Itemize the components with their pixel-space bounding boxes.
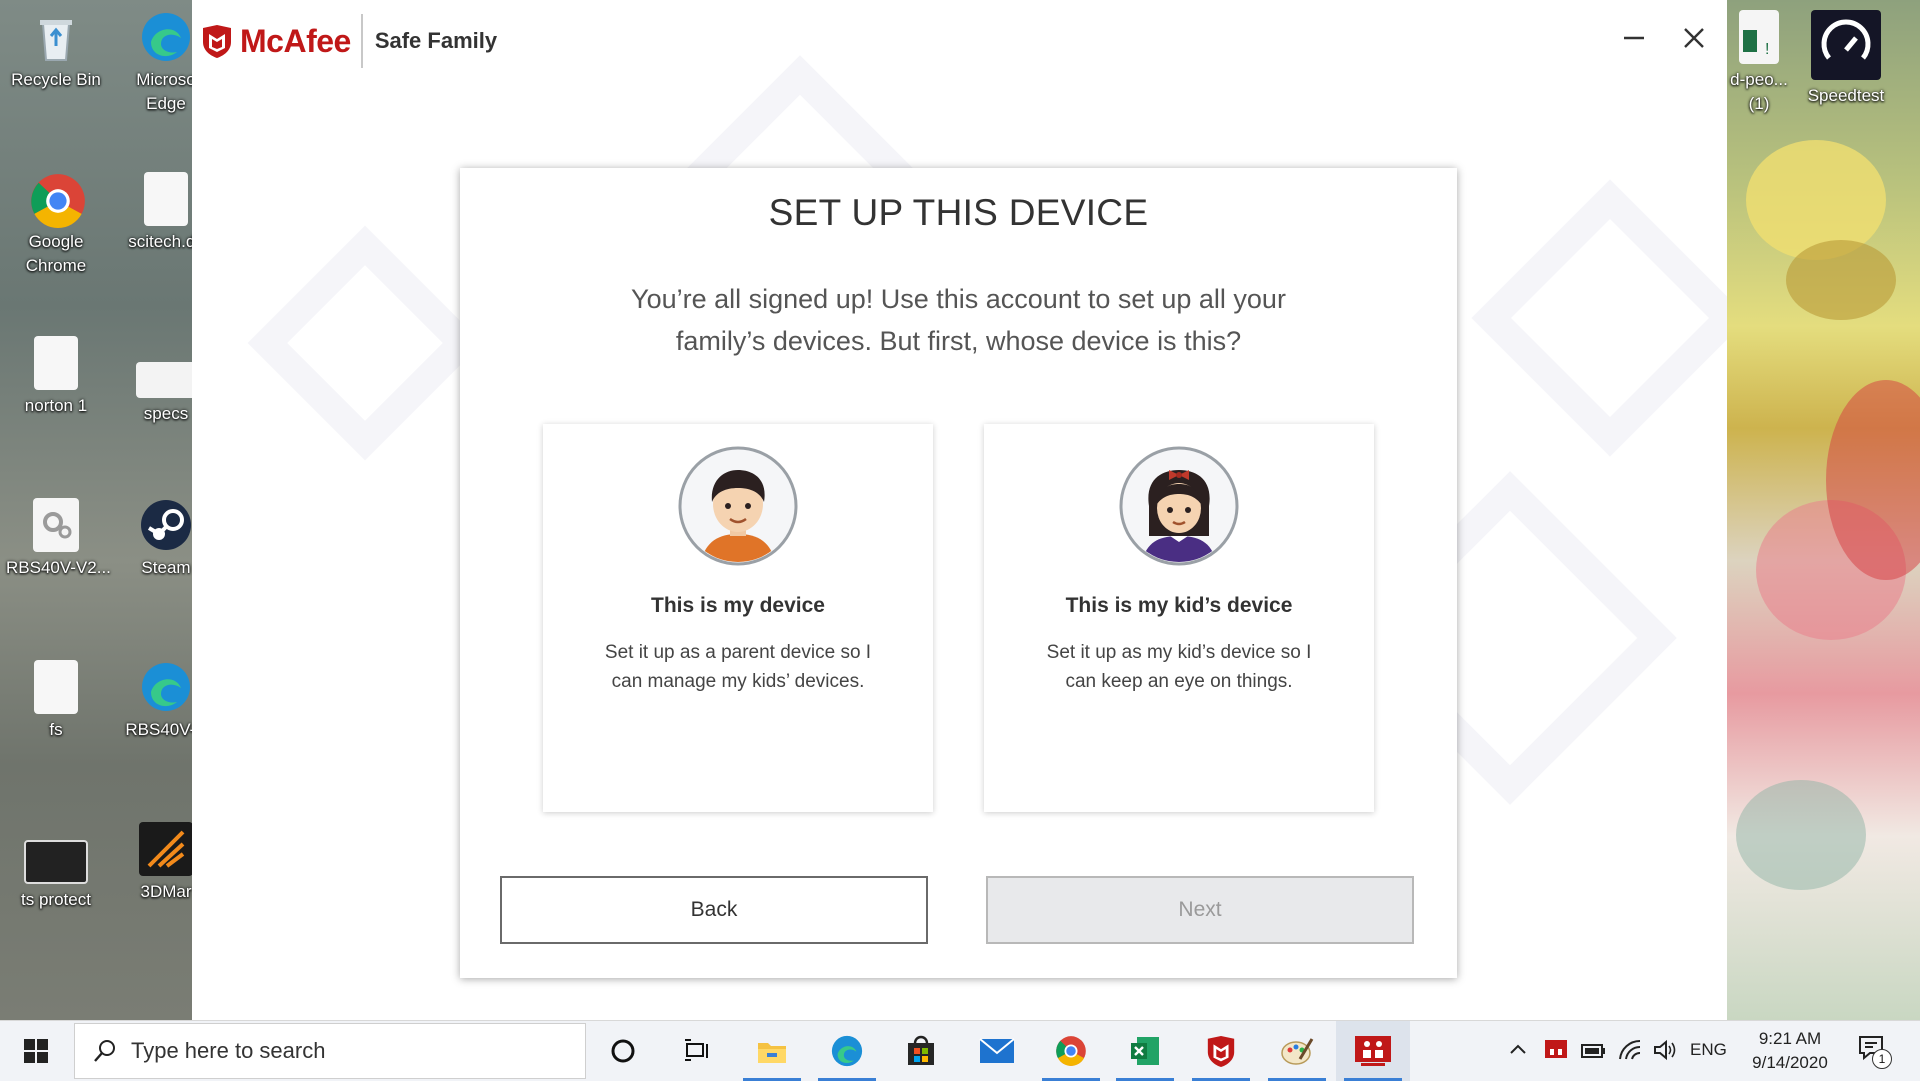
- brand-separator: [360, 14, 363, 68]
- excel-file-icon: !: [1739, 10, 1779, 64]
- option-title: This is my kid’s device: [1065, 594, 1293, 617]
- safe-family-icon: [1355, 1036, 1391, 1066]
- background-shape: [247, 225, 483, 461]
- option-my-device[interactable]: This is my device Set it up as a parent …: [543, 424, 933, 812]
- desktop-icon-label: norton 1: [24, 396, 88, 415]
- minimize-button[interactable]: [1614, 18, 1654, 58]
- taskbar-file-explorer[interactable]: [735, 1021, 809, 1081]
- windows-icon: [24, 1039, 48, 1063]
- file-icon: [136, 362, 196, 398]
- search-icon: [94, 1040, 115, 1062]
- desktop-icon-label: ts protect: [21, 890, 91, 909]
- task-view-button[interactable]: [660, 1021, 734, 1081]
- taskbar-edge[interactable]: [810, 1021, 884, 1081]
- wallpaper-right-strip: [1726, 0, 1920, 1020]
- chrome-icon: [1056, 1036, 1086, 1066]
- edge-icon: [139, 10, 193, 64]
- brand: McAfee Safe Family: [200, 14, 497, 68]
- search-placeholder: Type here to search: [131, 1038, 326, 1063]
- file-icon: [34, 660, 78, 714]
- close-icon: [1684, 28, 1704, 48]
- steam-icon: [139, 498, 193, 552]
- speedtest-icon: [1811, 10, 1881, 80]
- action-center-button[interactable]: 1: [1858, 1035, 1894, 1071]
- taskbar: Type here to search ENG 9:21 AM 9/14/202…: [0, 1020, 1920, 1081]
- desktop-icon-ts-protect[interactable]: ts protect: [6, 840, 106, 912]
- start-button[interactable]: [0, 1021, 72, 1081]
- edge-icon: [139, 660, 193, 714]
- edge-icon: [831, 1035, 863, 1067]
- desktop-icon-label-line2: (1): [1748, 94, 1770, 113]
- cortana-button[interactable]: [586, 1021, 660, 1081]
- option-kids-device[interactable]: This is my kid’s device Set it up as my …: [984, 424, 1374, 812]
- taskbar-store[interactable]: [884, 1021, 958, 1081]
- parent-avatar-icon: [678, 446, 798, 566]
- cortana-icon: [611, 1039, 635, 1063]
- desktop-icon-label: Speedtest: [1807, 86, 1885, 105]
- volume-icon[interactable]: [1652, 1039, 1676, 1061]
- battery-icon[interactable]: [1580, 1039, 1606, 1061]
- brand-name: McAfee: [240, 22, 351, 59]
- clock-time: 9:21 AM: [1758, 1029, 1822, 1048]
- desktop-icon-label: RBS40V-V2...: [6, 558, 111, 577]
- minimize-icon: [1624, 36, 1644, 40]
- window-titlebar: McAfee Safe Family: [192, 0, 1727, 74]
- safe-family-window: McAfee Safe Family SET UP THIS DEVICE Yo…: [192, 0, 1727, 1020]
- chevron-up-icon[interactable]: [1508, 1039, 1528, 1059]
- app-icon: [24, 840, 88, 884]
- wifi-icon[interactable]: [1618, 1039, 1642, 1061]
- notification-count-badge: 1: [1872, 1049, 1892, 1069]
- settings-file-icon: [33, 498, 79, 552]
- 3dmark-icon: [139, 822, 193, 876]
- kid-avatar-icon: [1119, 446, 1239, 566]
- taskbar-paint[interactable]: [1260, 1021, 1334, 1081]
- safe-family-tray-icon[interactable]: [1544, 1039, 1568, 1061]
- excel-icon: [1131, 1037, 1159, 1065]
- option-description: Set it up as a parent device so I can ma…: [604, 642, 872, 692]
- background-shape: [1471, 179, 1727, 457]
- language-indicator[interactable]: ENG: [1690, 1040, 1727, 1060]
- taskbar-mcafee[interactable]: [1184, 1021, 1258, 1081]
- file-icon: [144, 172, 188, 226]
- desktop-icon-chrome[interactable]: Google Chrome: [6, 172, 106, 278]
- desktop-icon-label-line2: Chrome: [25, 256, 87, 275]
- desktop-icon-recycle-bin[interactable]: Recycle Bin: [6, 10, 106, 92]
- back-button[interactable]: Back: [500, 876, 928, 944]
- taskbar-search-box[interactable]: Type here to search: [74, 1023, 586, 1079]
- desktop-icon-label: Recycle Bin: [11, 70, 101, 89]
- file-icon: [34, 336, 78, 390]
- mcafee-shield-icon: [203, 25, 231, 58]
- task-view-icon: [685, 1039, 708, 1061]
- taskbar-mail[interactable]: [960, 1021, 1034, 1081]
- desktop-icon-label: d-peo...: [1730, 70, 1788, 89]
- desktop-icon-label: fs: [49, 720, 63, 739]
- store-icon: [908, 1035, 934, 1065]
- mcafee-icon: [1207, 1035, 1235, 1067]
- paint-icon: [1281, 1038, 1314, 1065]
- page-subtitle: You’re all signed up! Use this account t…: [631, 284, 1286, 356]
- desktop-icon-speedtest[interactable]: Speedtest: [1796, 10, 1896, 108]
- svg-text:!: !: [1765, 41, 1769, 58]
- desktop-icon-fs[interactable]: fs: [6, 660, 106, 742]
- desktop-icon-rbs40v-v2[interactable]: RBS40V-V2...: [6, 498, 111, 580]
- setup-device-card: SET UP THIS DEVICE You’re all signed up!…: [460, 168, 1457, 978]
- taskbar-safe-family[interactable]: [1336, 1021, 1410, 1081]
- close-button[interactable]: [1674, 18, 1714, 58]
- desktop-icon-norton[interactable]: norton 1: [6, 336, 106, 418]
- recycle-bin-icon: [29, 10, 83, 64]
- product-name: Safe Family: [374, 28, 498, 53]
- option-title: This is my device: [651, 594, 825, 617]
- taskbar-chrome[interactable]: [1034, 1021, 1108, 1081]
- mail-icon: [979, 1038, 1015, 1063]
- taskbar-clock[interactable]: 9:21 AM 9/14/2020: [1740, 1027, 1840, 1075]
- next-button[interactable]: Next: [986, 876, 1414, 944]
- taskbar-excel[interactable]: [1108, 1021, 1182, 1081]
- chrome-icon: [29, 172, 85, 228]
- file-explorer-icon: [758, 1043, 786, 1063]
- desktop-icon-label: Google: [28, 232, 84, 251]
- option-description: Set it up as my kid’s device so I can ke…: [1046, 642, 1312, 692]
- desktop-icon-excel-file[interactable]: ! d-peo... (1): [1714, 10, 1804, 116]
- clock-date: 9/14/2020: [1752, 1053, 1828, 1072]
- page-title: SET UP THIS DEVICE: [768, 192, 1149, 233]
